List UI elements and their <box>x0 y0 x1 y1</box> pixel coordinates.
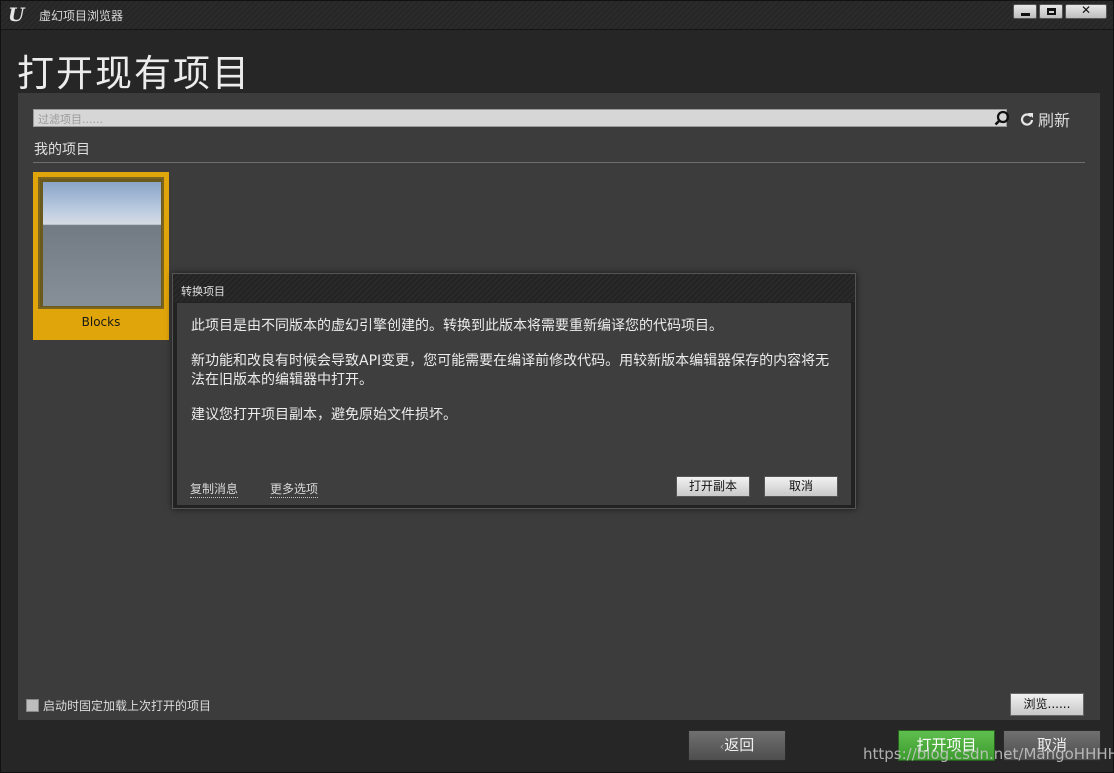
search-placeholder: 过滤项目...... <box>38 113 103 126</box>
page-title: 打开现有项目 <box>17 52 251 95</box>
dialog-message-2: 新功能和改良有时候会导致API变更，您可能需要在编译前修改代码。用较新版本编辑器… <box>191 353 830 388</box>
minimize-icon <box>1021 13 1030 16</box>
open-copy-button[interactable]: 打开副本 <box>676 476 750 497</box>
title-bar[interactable]: U 虚幻项目浏览器 ✕ <box>1 1 1113 30</box>
maximize-button[interactable] <box>1039 4 1063 19</box>
project-browser-window: U 虚幻项目浏览器 ✕ 打开现有项目 过滤项目...... 刷新 我的项目 Bl… <box>0 0 1114 773</box>
project-name: Blocks <box>81 315 121 329</box>
project-thumbnail <box>43 182 161 306</box>
back-button[interactable]: ‹返回 <box>688 730 786 761</box>
project-tile[interactable]: Blocks <box>33 172 169 340</box>
watermark: https://blog.csdn.net/MangoHHHH <box>863 745 1114 763</box>
search-input[interactable]: 过滤项目...... <box>33 109 1007 127</box>
close-button[interactable]: ✕ <box>1065 3 1107 19</box>
dialog-message-3: 建议您打开项目副本，避免原始文件损坏。 <box>191 407 457 423</box>
dialog-cancel-button[interactable]: 取消 <box>764 476 838 497</box>
more-options-link[interactable]: 更多选项 <box>270 480 319 498</box>
window-controls: ✕ <box>1013 3 1107 19</box>
copy-message-link[interactable]: 复制消息 <box>190 480 239 498</box>
autoload-label: 启动时固定加载上次打开的项目 <box>43 699 212 713</box>
maximize-icon <box>1047 8 1056 15</box>
autoload-option[interactable]: 启动时固定加载上次打开的项目 <box>26 697 211 714</box>
unreal-logo-icon: U <box>8 4 25 26</box>
search-icon[interactable] <box>994 110 1010 126</box>
autoload-checkbox[interactable] <box>26 699 39 712</box>
project-thumbnail-frame <box>38 177 164 309</box>
window-title: 虚幻项目浏览器 <box>39 9 124 23</box>
refresh-icon <box>1020 113 1034 126</box>
browse-button[interactable]: 浏览...... <box>1010 693 1084 716</box>
close-icon: ✕ <box>1080 3 1092 17</box>
refresh-label: 刷新 <box>1038 111 1071 130</box>
dialog-title: 转换项目 <box>181 285 225 298</box>
convert-project-dialog: 转换项目 此项目是由不同版本的虚幻引擎创建的。转换到此版本将需要重新编译您的代码… <box>172 273 856 509</box>
back-label: 返回 <box>724 736 755 754</box>
dialog-body: 此项目是由不同版本的虚幻引擎创建的。转换到此版本将需要重新编译您的代码项目。 新… <box>177 303 851 505</box>
minimize-button[interactable] <box>1013 4 1037 19</box>
my-projects-label: 我的项目 <box>34 142 90 158</box>
refresh-button[interactable]: 刷新 <box>1020 107 1070 131</box>
dialog-message-1: 此项目是由不同版本的虚幻引擎创建的。转换到此版本将需要重新编译您的代码项目。 <box>191 318 723 334</box>
dialog-title-bar[interactable]: 转换项目 <box>173 274 855 302</box>
section-divider <box>33 162 1085 163</box>
